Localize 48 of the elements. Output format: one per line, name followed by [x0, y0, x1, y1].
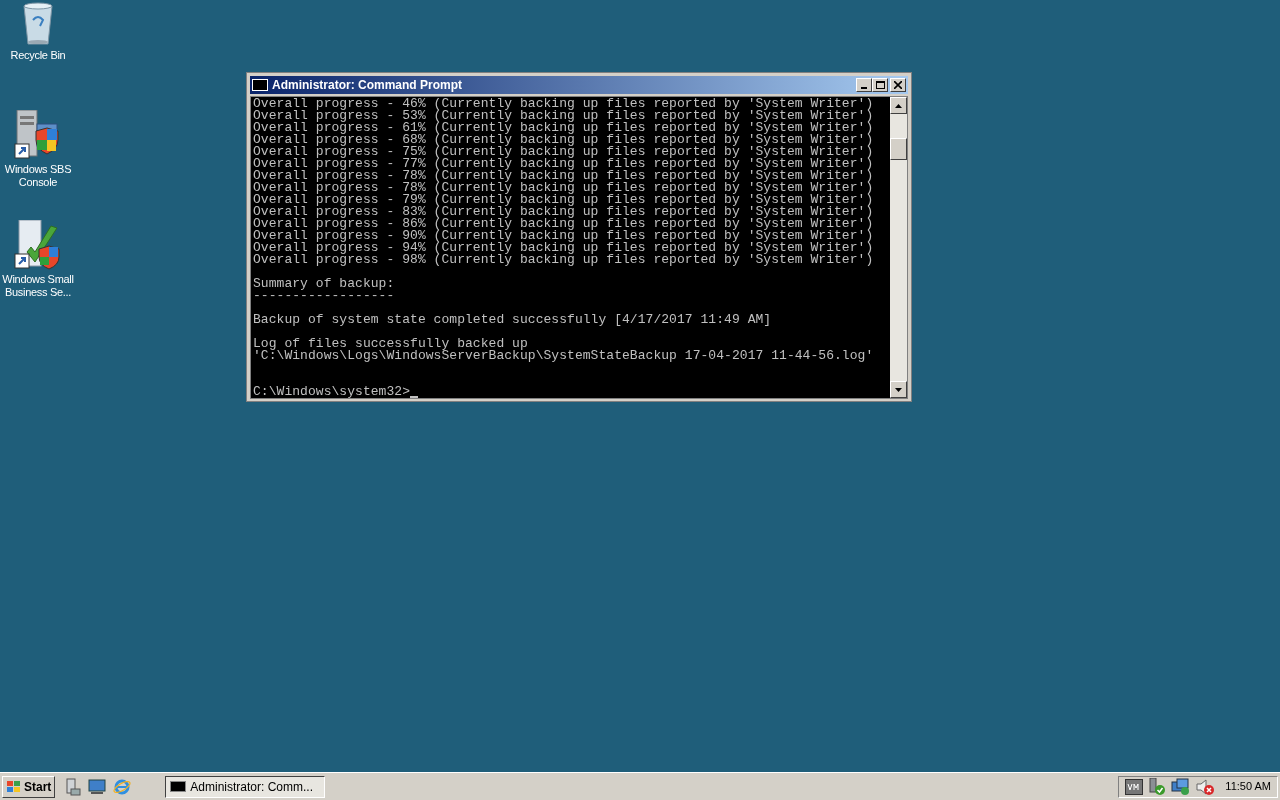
clock[interactable]: 11:50 AM [1225, 778, 1271, 795]
console-line: ------------------ [253, 290, 395, 302]
scroll-thumb[interactable] [890, 138, 907, 160]
desktop-icon-label[interactable]: Recycle Bin [0, 49, 76, 62]
window-title: Administrator: Command Prompt [272, 77, 463, 94]
start-button[interactable]: Start [2, 775, 56, 798]
console-line: Backup of system state completed successfully [4/17/2017 11:49 AM] [253, 314, 772, 326]
console-icon [252, 79, 268, 91]
minimize-button[interactable] [856, 78, 872, 92]
recycle-bin-icon [21, 2, 55, 46]
console-line: Overall progress - 75% (Currently backing up files reported by 'System Writer') [253, 146, 874, 158]
close-button[interactable] [890, 78, 906, 92]
desktop-icon-label[interactable]: Windows Small Business Se... [0, 273, 76, 299]
console-line: 'C:\Windows\Logs\WindowsServerBackup\SystemStateBackup 17-04-2017 11-44-56.log' [253, 350, 874, 362]
close-icon [894, 81, 902, 89]
console-line: Overall progress - 68% (Currently backing up files reported by 'System Writer') [253, 134, 874, 146]
maximize-button[interactable] [872, 78, 888, 92]
desktop-icon-label[interactable]: Windows SBS Console [0, 163, 76, 189]
scroll-up-button[interactable] [890, 97, 907, 114]
console-line: Overall progress - 98% (Currently backing up files reported by 'System Writer') [253, 254, 874, 266]
console-line: Overall progress - 46% (Currently backing up files reported by 'System Writer') [253, 98, 874, 110]
console-line: Overall progress - 86% (Currently backing up files reported by 'System Writer') [253, 218, 874, 230]
network-icon[interactable] [1171, 777, 1192, 796]
server-icon[interactable] [65, 777, 82, 796]
console-line: Summary of backup: [253, 278, 395, 290]
console-line: Overall progress - 83% (Currently backing up files reported by 'System Writer') [253, 206, 874, 218]
down-arrow-icon [895, 387, 902, 392]
text-cursor [410, 396, 419, 398]
console-line: Overall progress - 53% (Currently backing up files reported by 'System Writer') [253, 110, 874, 122]
console-line: Log of files successfully backed up [253, 338, 528, 350]
console-line: Overall progress - 79% (Currently backing up files reported by 'System Writer') [253, 194, 874, 206]
server-check-icon [13, 220, 63, 270]
console-line: Overall progress - 61% (Currently backing up files reported by 'System Writer') [253, 122, 874, 134]
scrollbar[interactable] [890, 97, 907, 398]
monitor-icon[interactable] [88, 778, 107, 795]
usb-check-icon[interactable] [1147, 777, 1168, 796]
console-line: Overall progress - 90% (Currently backing up files reported by 'System Writer') [253, 230, 874, 242]
taskbar-window-button[interactable]: Administrator: Comm... [165, 775, 326, 798]
up-arrow-icon [895, 103, 902, 108]
console-line: Overall progress - 77% (Currently backing up files reported by 'System Writer') [253, 158, 874, 170]
scroll-down-button[interactable] [890, 381, 907, 398]
vm-icon[interactable] [1125, 778, 1144, 795]
windows-logo-icon [6, 779, 22, 794]
command-prompt: C:\Windows\system32> [253, 386, 411, 398]
console-line: Overall progress - 94% (Currently backing up files reported by 'System Writer') [253, 242, 874, 254]
console-line: Overall progress - 78% (Currently backing up files reported by 'System Writer') [253, 170, 874, 182]
console-line: Overall progress - 78% (Currently backing up files reported by 'System Writer') [253, 182, 874, 194]
speaker-muted-icon[interactable] [1195, 777, 1216, 796]
